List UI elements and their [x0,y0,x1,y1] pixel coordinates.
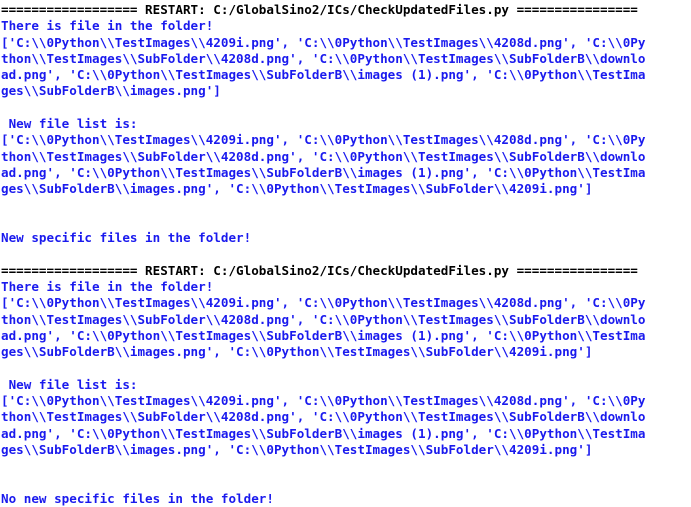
file-list-2-line-3: ad.png', 'C:\\0Python\\TestImages\\SubFo… [1,327,646,343]
idle-shell-window: ================== RESTART: C:/GlobalSin… [0,0,691,506]
blank-6 [1,458,691,474]
file-list-2-line-1: ['C:\\0Python\\TestImages\\4209i.png', '… [1,295,646,311]
new-file-list-1-line-1: ['C:\\0Python\\TestImages\\4209i.png', '… [1,132,646,148]
new-file-list-1-line-4: ges\\SubFolderB\\images.png', 'C:\\0Pyth… [1,181,593,197]
file-list-1-line-3: ad.png', 'C:\\0Python\\TestImages\\SubFo… [1,67,646,83]
status-no-new-specific-files: No new specific files in the folder! [1,490,274,506]
file-list-2-line-4: ges\\SubFolderB\\images.png', 'C:\\0Pyth… [1,344,593,360]
blank-2 [1,198,691,214]
new-file-list-2-line-1: ['C:\\0Python\\TestImages\\4209i.png', '… [1,393,646,409]
restart-banner-1: ================== RESTART: C:/GlobalSin… [1,2,638,17]
status-there-is-file-2: There is file in the folder! [1,279,214,295]
new-file-list-1-line-3: ad.png', 'C:\\0Python\\TestImages\\SubFo… [1,164,646,180]
status-there-is-file-1: There is file in the folder! [1,18,214,34]
status-new-specific-files: New specific files in the folder! [1,230,252,246]
blank-3 [1,214,691,230]
new-file-list-2-line-2: thon\\TestImages\\SubFolder\\4208d.png',… [1,409,646,425]
file-list-1-line-4: ges\\SubFolderB\\images.png'] [1,83,221,99]
new-file-list-1-line-2: thon\\TestImages\\SubFolder\\4208d.png',… [1,148,646,164]
restart-banner-2: ================== RESTART: C:/GlobalSin… [1,262,638,278]
label-new-file-list-2: New file list is: [1,376,138,392]
new-file-list-2-line-3: ad.png', 'C:\\0Python\\TestImages\\SubFo… [1,425,646,441]
label-new-file-list-1: New file list is: [1,116,138,132]
file-list-1-line-1: ['C:\\0Python\\TestImages\\4209i.png', '… [1,34,646,50]
file-list-2-line-2: thon\\TestImages\\SubFolder\\4208d.png',… [1,311,646,327]
blank-5 [1,361,691,377]
file-list-1-line-2: thon\\TestImages\\SubFolder\\4208d.png',… [1,50,646,66]
blank-1 [1,100,691,116]
blank-4 [1,246,691,262]
new-file-list-2-line-4: ges\\SubFolderB\\images.png', 'C:\\0Pyth… [1,442,593,458]
blank-7 [1,475,691,491]
console-output[interactable]: ================== RESTART: C:/GlobalSin… [0,0,691,507]
